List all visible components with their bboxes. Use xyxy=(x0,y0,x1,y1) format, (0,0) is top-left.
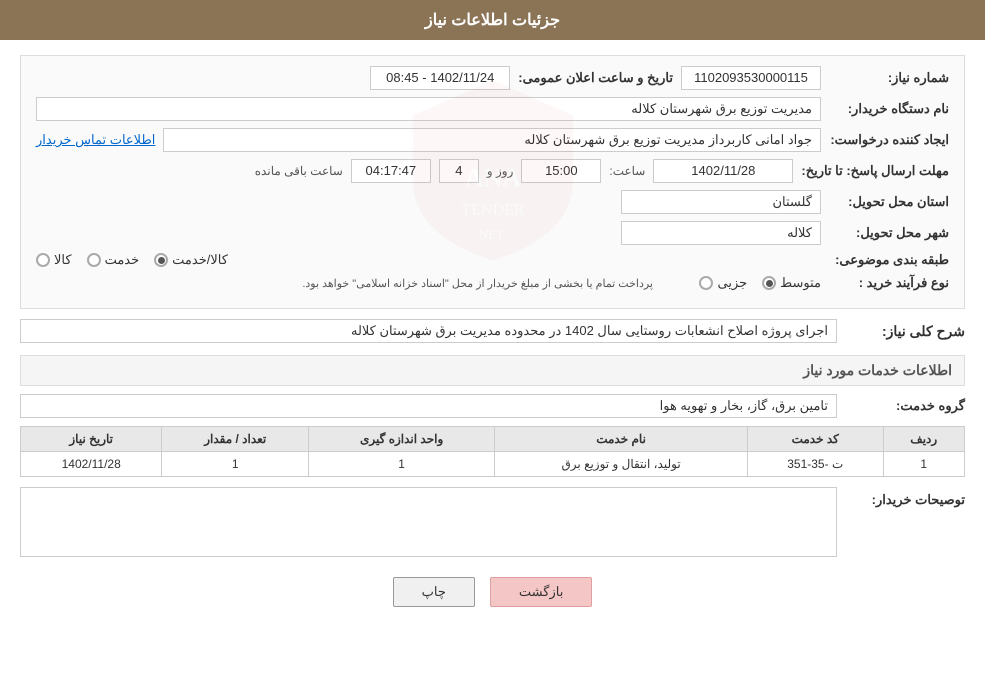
category-option-kala-khedmat[interactable]: کالا/خدمت xyxy=(154,252,228,268)
city-label: شهر محل تحویل: xyxy=(829,225,949,241)
province-label: استان محل تحویل: xyxy=(829,194,949,210)
deadline-date-value: 1402/11/28 xyxy=(653,159,793,183)
days-label: روز و xyxy=(487,164,514,178)
row-province: استان محل تحویل: گلستان xyxy=(36,190,949,214)
row-need-number: شماره نیاز: 1102093530000115 تاریخ و ساع… xyxy=(36,66,949,90)
category-option-kala[interactable]: کالا xyxy=(36,252,72,268)
row-city: شهر محل تحویل: کلاله xyxy=(36,221,949,245)
radio-jozii[interactable] xyxy=(699,276,713,290)
purchase-type-note: پرداخت تمام یا بخشی از مبلغ خریدار از مح… xyxy=(36,277,653,290)
table-body: 1 ت -35-351 تولید، انتقال و توزیع برق 1 … xyxy=(21,452,965,477)
back-button[interactable]: بازگشت xyxy=(490,577,592,607)
requester-label: ایجاد کننده درخواست: xyxy=(829,132,949,148)
need-number-value: 1102093530000115 xyxy=(681,66,821,90)
row-category: طبقه بندی موضوعی: کالا/خدمت خدمت کالا xyxy=(36,252,949,268)
remaining-time-label: ساعت باقی مانده xyxy=(255,164,343,178)
contact-link[interactable]: اطلاعات تماس خریدار xyxy=(36,132,155,148)
deadline-label: مهلت ارسال پاسخ: تا تاریخ: xyxy=(801,163,949,179)
requester-value: جواد امانی کاربرداز مدیریت توزیع برق شهر… xyxy=(163,128,821,152)
table-header: ردیف کد خدمت نام خدمت واحد اندازه گیری ت… xyxy=(21,427,965,452)
service-group-label: گروه خدمت: xyxy=(845,398,965,414)
announce-datetime-label: تاریخ و ساعت اعلان عمومی: xyxy=(518,70,673,86)
col-header-service-name: نام خدمت xyxy=(495,427,748,452)
city-value: کلاله xyxy=(621,221,821,245)
services-table: ردیف کد خدمت نام خدمت واحد اندازه گیری ت… xyxy=(20,426,965,477)
main-content: ANA TENDER .NET شماره نیاز: 110209353000… xyxy=(0,40,985,637)
radio-kala[interactable] xyxy=(36,253,50,267)
row-service-group: گروه خدمت: تامین برق، گاز، بخار و تهویه … xyxy=(20,394,965,418)
col-header-date: تاریخ نیاز xyxy=(21,427,162,452)
category-option-label-kala-khedmat: کالا/خدمت xyxy=(172,252,228,268)
cell-row-num: 1 xyxy=(883,452,964,477)
radio-khedmat[interactable] xyxy=(87,253,101,267)
row-deadline: مهلت ارسال پاسخ: تا تاریخ: 1402/11/28 سا… xyxy=(36,159,949,183)
purchase-type-label-jozii: جزیی xyxy=(717,275,747,291)
service-group-value: تامین برق، گاز، بخار و تهویه هوا xyxy=(20,394,837,418)
buyer-org-value: مدیریت توزیع برق شهرستان کلاله xyxy=(36,97,821,121)
remaining-days-value: 4 xyxy=(439,159,479,183)
time-label: ساعت: xyxy=(609,164,645,178)
cell-quantity: 1 xyxy=(162,452,309,477)
need-number-label: شماره نیاز: xyxy=(829,70,949,86)
purchase-type-label-motavasset: متوسط xyxy=(780,275,821,291)
general-desc-value: اجرای پروژه اصلاح انشعابات روستایی سال 1… xyxy=(20,319,837,343)
radio-kala-khedmat[interactable] xyxy=(154,253,168,267)
cell-date: 1402/11/28 xyxy=(21,452,162,477)
category-option-khedmat[interactable]: خدمت xyxy=(87,252,140,268)
main-form-section: ANA TENDER .NET شماره نیاز: 110209353000… xyxy=(20,55,965,309)
row-purchase-type: نوع فرآیند خرید : متوسط جزیی پرداخت تمام… xyxy=(36,275,949,291)
button-row: بازگشت چاپ xyxy=(20,577,965,607)
row-buyer-org: نام دستگاه خریدار: مدیریت توزیع برق شهرس… xyxy=(36,97,949,121)
category-label: طبقه بندی موضوعی: xyxy=(829,252,949,268)
category-option-label-khedmat: خدمت xyxy=(105,252,140,268)
province-value: گلستان xyxy=(621,190,821,214)
announce-datetime-value: 1402/11/24 - 08:45 xyxy=(370,66,510,90)
general-desc-label: شرح کلی نیاز: xyxy=(845,323,965,340)
remaining-time-value: 04:17:47 xyxy=(351,159,431,183)
buyer-notes-label: توصیحات خریدار: xyxy=(845,487,965,508)
row-general-desc: شرح کلی نیاز: اجرای پروژه اصلاح انشعابات… xyxy=(20,319,965,343)
page-container: جزئیات اطلاعات نیاز ANA TENDER .NET شمار… xyxy=(0,0,985,691)
row-buyer-notes: توصیحات خریدار: xyxy=(20,487,965,557)
row-requester: ایجاد کننده درخواست: جواد امانی کاربرداز… xyxy=(36,128,949,152)
purchase-type-option-jozii[interactable]: جزیی xyxy=(699,275,747,291)
col-header-unit: واحد اندازه گیری xyxy=(309,427,495,452)
cell-service-code: ت -35-351 xyxy=(747,452,883,477)
services-section-title: اطلاعات خدمات مورد نیاز xyxy=(20,355,965,386)
deadline-time-value: 15:00 xyxy=(521,159,601,183)
page-header: جزئیات اطلاعات نیاز xyxy=(0,0,985,40)
table-row: 1 ت -35-351 تولید، انتقال و توزیع برق 1 … xyxy=(21,452,965,477)
col-header-row-num: ردیف xyxy=(883,427,964,452)
cell-unit: 1 xyxy=(309,452,495,477)
print-button[interactable]: چاپ xyxy=(393,577,475,607)
page-title: جزئیات اطلاعات نیاز xyxy=(425,12,560,29)
radio-motavasset[interactable] xyxy=(762,276,776,290)
purchase-type-radio-group: متوسط جزیی xyxy=(661,275,821,291)
col-header-quantity: تعداد / مقدار xyxy=(162,427,309,452)
category-radio-group: کالا/خدمت خدمت کالا xyxy=(36,252,821,268)
purchase-type-label: نوع فرآیند خرید : xyxy=(829,275,949,291)
cell-service-name: تولید، انتقال و توزیع برق xyxy=(495,452,748,477)
category-option-label-kala: کالا xyxy=(54,252,72,268)
col-header-service-code: کد خدمت xyxy=(747,427,883,452)
buyer-org-label: نام دستگاه خریدار: xyxy=(829,101,949,117)
buyer-notes-textarea[interactable] xyxy=(20,487,837,557)
purchase-type-option-motavasset[interactable]: متوسط xyxy=(762,275,821,291)
